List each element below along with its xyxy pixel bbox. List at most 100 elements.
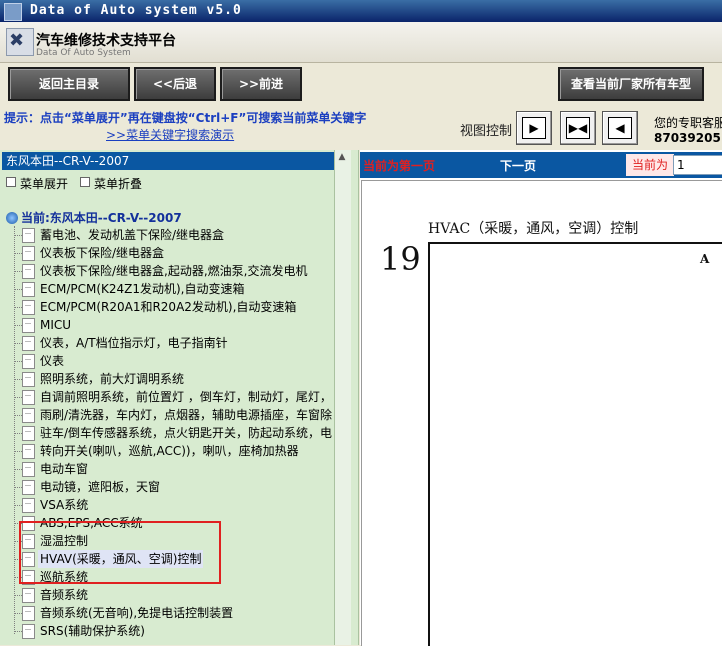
customer-service: 您的专职客服 87039205 — [654, 116, 722, 146]
customer-service-label: 您的专职客服 — [654, 116, 722, 130]
current-page-label: 当前为 — [626, 154, 674, 176]
tree-item[interactable]: 巡航系统 — [14, 568, 334, 586]
tree-connector — [14, 613, 22, 614]
tree-connector — [14, 379, 22, 380]
tree-connector — [14, 415, 22, 416]
app-icon — [4, 3, 22, 21]
menu-expand-label: 菜单展开 — [20, 177, 69, 191]
document-icon — [22, 534, 35, 549]
document-icon — [22, 552, 35, 567]
tree-item[interactable]: 仪表板下保险/继电器盒 — [14, 244, 334, 262]
all-models-button[interactable]: 查看当前厂家所有车型 — [558, 67, 704, 101]
sidebar-scrollbar[interactable]: ▲ — [334, 150, 351, 645]
document-icon — [22, 318, 35, 333]
tree-item-label: SRS(辅助保护系统) — [40, 624, 145, 638]
document-page-number: 19 — [380, 240, 421, 278]
tree-connector — [14, 541, 22, 542]
tree-item[interactable]: ECM/PCM(R20A1和R20A2发动机),自动变速箱 — [14, 298, 334, 316]
menu-expand-button[interactable]: 菜单展开 — [6, 175, 68, 192]
tree-item[interactable]: 仪表，A/T档位指示灯，电子指南针 — [14, 334, 334, 352]
view-split-button[interactable]: ▶◀ — [560, 111, 596, 145]
home-button[interactable]: 返回主目录 — [8, 67, 130, 101]
document-icon — [22, 426, 35, 441]
document-icon — [22, 498, 35, 513]
app-subtitle: Data Of Auto System — [36, 48, 131, 58]
document-icon — [22, 408, 35, 423]
document-icon — [22, 282, 35, 297]
tree-item[interactable]: HVAV(采暖，通风、空调)控制 — [14, 550, 334, 568]
back-button[interactable]: <<后退 — [134, 67, 216, 101]
document-icon — [22, 480, 35, 495]
tree-item-label: ECM/PCM(K24Z1发动机),自动变速箱 — [40, 282, 245, 296]
document-icon — [22, 588, 35, 603]
globe-icon — [6, 212, 18, 224]
tree-item[interactable]: 蓄电池、发动机盖下保险/继电器盒 — [14, 226, 334, 244]
tree-item-label: MICU — [40, 318, 72, 332]
tree-item[interactable]: 雨刷/清洗器，车内灯，点烟器，辅助电源插座，车窗除 — [14, 406, 334, 424]
search-demo-link[interactable]: >>菜单关键字搜索演示 — [106, 126, 234, 143]
tree-item-label: 转向开关(喇叭，巡航,ACC))，喇叭，座椅加热器 — [40, 444, 299, 458]
document-icon — [22, 372, 35, 387]
customer-service-phone: 87039205 — [654, 131, 721, 145]
menu-collapse-button[interactable]: 菜单折叠 — [80, 175, 142, 192]
tree-item[interactable]: ECM/PCM(K24Z1发动机),自动变速箱 — [14, 280, 334, 298]
tree-root[interactable]: 当前:东风本田--CR-V--2007 — [6, 209, 182, 226]
app-title: 汽车维修技术支持平台 — [36, 33, 176, 49]
view-control-label: 视图控制 — [460, 124, 513, 139]
tree-item[interactable]: 电动车窗 — [14, 460, 334, 478]
tree-item[interactable]: 音频系统(无音响),免提电话控制装置 — [14, 604, 334, 622]
tree-item[interactable]: 电动镜，遮阳板，天窗 — [14, 478, 334, 496]
tree-item-label: 自调前照明系统，前位置灯 ，倒车灯，制动灯，尾灯， — [40, 390, 332, 404]
tree-item[interactable]: ABS,EPS,ACC系统 — [14, 514, 334, 532]
tree-item-label: ECM/PCM(R20A1和R20A2发动机),自动变速箱 — [40, 300, 297, 314]
tree-item-label: 驻车/倒车传感器系统，点火钥匙开关，防起动系统，电 — [40, 426, 333, 440]
document-icon — [22, 462, 35, 477]
tree-item[interactable]: 湿温控制 — [14, 532, 334, 550]
tree-item[interactable]: 转向开关(喇叭，巡航,ACC))，喇叭，座椅加热器 — [14, 442, 334, 460]
tree-connector — [14, 325, 22, 326]
view-right-button[interactable]: ▶ — [516, 111, 552, 145]
diagram-border — [428, 242, 722, 646]
document-icon — [22, 300, 35, 315]
tree-connector — [14, 289, 22, 290]
arrows-inward-icon: ▶◀ — [566, 117, 590, 139]
tree-item[interactable]: 自调前照明系统，前位置灯 ，倒车灯，制动灯，尾灯， — [14, 388, 334, 406]
document-icon — [22, 606, 35, 621]
tree-connector — [14, 523, 22, 524]
arrow-left-icon: ◀ — [608, 117, 632, 139]
tree-item[interactable]: 仪表 — [14, 352, 334, 370]
tree-connector — [14, 451, 22, 452]
first-page-notice: 当前为第一页 — [363, 159, 436, 173]
tree-connector — [14, 271, 22, 272]
tree-item[interactable]: VSA系统 — [14, 496, 334, 514]
tree-connector — [14, 307, 22, 308]
tree-item-label: 湿温控制 — [40, 534, 89, 548]
tree-item-label: 音频系统 — [40, 588, 89, 602]
tree-connector — [14, 505, 22, 506]
document-icon — [22, 624, 35, 639]
forward-button[interactable]: >>前进 — [220, 67, 302, 101]
tree-item-label: HVAV(采暖，通风、空调)控制 — [38, 550, 204, 568]
document-icon — [22, 336, 35, 351]
page-input[interactable]: 1 — [673, 155, 722, 175]
tree-item[interactable]: MICU — [14, 316, 334, 334]
expand-icon — [6, 177, 16, 187]
tree-item-label: 巡航系统 — [40, 570, 89, 584]
tree-item-label: 仪表 — [40, 354, 65, 368]
next-page-button[interactable]: 下一页 — [500, 157, 536, 174]
tree-connector — [14, 631, 22, 632]
tree-item-label: 仪表，A/T档位指示灯，电子指南针 — [40, 336, 228, 350]
view-left-button[interactable]: ◀ — [602, 111, 638, 145]
tree-item-label: 电动车窗 — [40, 462, 89, 476]
tree-item-label: 仪表板下保险/继电器盒,起动器,燃油泵,交流发电机 — [40, 264, 308, 278]
tree-item[interactable]: 照明系统，前大灯调明系统 — [14, 370, 334, 388]
tree-connector — [14, 577, 22, 578]
tree-item[interactable]: 音频系统 — [14, 586, 334, 604]
tree-connector — [14, 361, 22, 362]
document-icon — [22, 444, 35, 459]
tree-item[interactable]: 仪表板下保险/继电器盒,起动器,燃油泵,交流发电机 — [14, 262, 334, 280]
tree-connector — [14, 469, 22, 470]
tree-item[interactable]: SRS(辅助保护系统) — [14, 622, 334, 640]
tree-item[interactable]: 驻车/倒车传感器系统，点火钥匙开关，防起动系统，电 — [14, 424, 334, 442]
tree-item-label: 蓄电池、发动机盖下保险/继电器盒 — [40, 228, 225, 242]
